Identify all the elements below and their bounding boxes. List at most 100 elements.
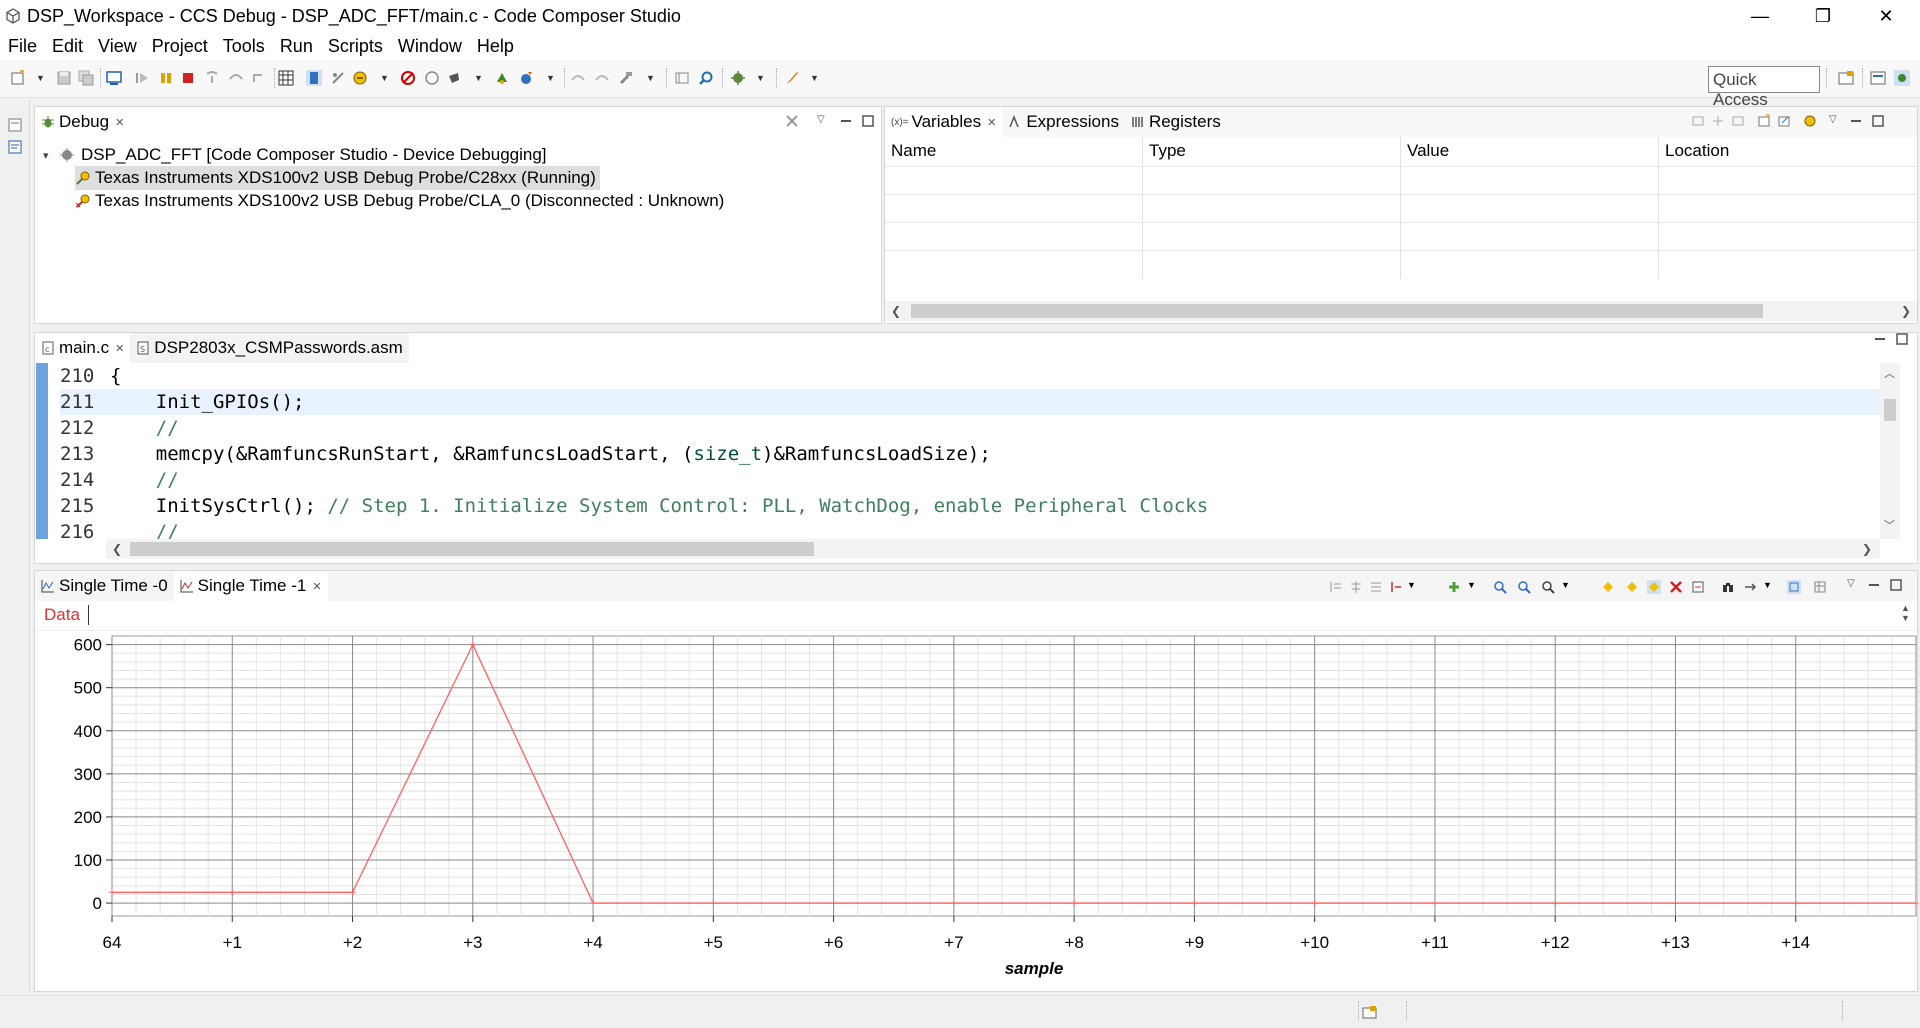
step-return-icon[interactable] [250, 70, 266, 86]
maximize-view-icon[interactable] [861, 114, 875, 128]
status-progress-icon[interactable] [1362, 1004, 1378, 1020]
code-line[interactable]: 215 InitSysCtrl(); // Step 1. Initialize… [60, 493, 1900, 519]
assembly-step-over-icon[interactable] [594, 70, 610, 86]
menu-window[interactable]: Window [390, 36, 469, 57]
scroll-thumb[interactable] [911, 304, 1763, 318]
debug-config-icon[interactable] [730, 70, 746, 86]
display-properties-icon[interactable] [1787, 580, 1801, 594]
refresh-icon[interactable] [1803, 114, 1817, 128]
column-type[interactable]: Type [1143, 137, 1401, 166]
step-over-icon[interactable] [228, 70, 244, 86]
tab-variables[interactable]: (x)= Variables ✕ [885, 107, 1003, 137]
run-dropdown-icon[interactable]: ▼ [546, 70, 555, 86]
remove-breakpoints-icon[interactable] [424, 70, 440, 86]
tree-target-c28xx[interactable]: Texas Instruments XDS100v2 USB Debug Pro… [75, 166, 600, 190]
launch-icon[interactable] [784, 70, 800, 86]
assembly-step-into-icon[interactable] [570, 70, 586, 86]
menu-project[interactable]: Project [144, 36, 215, 57]
remove-graph-icon[interactable] [1669, 580, 1683, 594]
tab-expressions[interactable]: Expressions [1002, 107, 1125, 137]
column-location[interactable]: Location [1659, 137, 1917, 166]
export-icon[interactable] [1777, 114, 1791, 128]
new-expression-icon[interactable] [1757, 114, 1771, 128]
code-line[interactable]: 210{ [60, 363, 1900, 389]
graph-properties-icon[interactable] [1743, 580, 1757, 594]
debug-view-icon[interactable] [106, 70, 122, 86]
open-perspective-icon[interactable] [674, 70, 690, 86]
tab-debug[interactable]: Debug ✕ [35, 107, 131, 137]
connect-target-icon[interactable] [306, 70, 322, 86]
remove-terminated-icon[interactable] [785, 114, 799, 128]
menu-edit[interactable]: Edit [44, 36, 90, 57]
memory-browser-icon[interactable] [278, 70, 294, 86]
open-perspective-button-icon[interactable] [1838, 70, 1854, 86]
tab-single-time-0[interactable]: Single Time -0 [35, 571, 174, 601]
collapse-all-icon[interactable] [1691, 114, 1705, 128]
tab-main-c[interactable]: c main.c ✕ [35, 333, 131, 363]
remove-all-icon[interactable] [1731, 114, 1745, 128]
suspend-icon[interactable] [158, 70, 174, 86]
ccs-edit-perspective-icon[interactable] [1870, 70, 1886, 86]
close-button[interactable]: ✕ [1856, 0, 1916, 32]
menu-scripts[interactable]: Scripts [320, 36, 390, 57]
zoom-out-icon[interactable] [1517, 580, 1531, 594]
breakpoint-icon[interactable] [400, 70, 416, 86]
scroll-thumb[interactable] [130, 542, 814, 556]
save-icon[interactable] [56, 70, 72, 86]
disconnect-icon[interactable] [330, 70, 346, 86]
minimize-view-icon[interactable] [1873, 332, 1887, 346]
code-line[interactable]: 212 // [60, 415, 1900, 441]
code-line[interactable]: 213 memcpy(&RamfuncsRunStart, &RamfuncsL… [60, 441, 1900, 467]
maximize-view-icon[interactable] [1889, 578, 1903, 592]
code-line[interactable]: 216 // [60, 519, 1900, 539]
view-menu-icon[interactable]: ▽ [1829, 114, 1843, 128]
data-table-icon[interactable] [1813, 580, 1827, 594]
code-editor[interactable]: 210{ 211 Init_GPIOs(); 212 // 213 memcpy… [36, 363, 1900, 539]
continuous-refresh-icon[interactable] [1625, 580, 1639, 594]
save-all-icon[interactable] [78, 70, 94, 86]
minimize-view-icon[interactable] [1849, 114, 1863, 128]
close-tab-icon[interactable]: ✕ [115, 342, 124, 355]
launch-dropdown-icon[interactable]: ▼ [810, 70, 819, 86]
maximize-view-icon[interactable] [1871, 114, 1885, 128]
run-icon[interactable] [518, 70, 534, 86]
search-icon[interactable] [698, 70, 714, 86]
graph-align-icon[interactable] [1349, 580, 1363, 594]
code-line-current[interactable]: 211 Init_GPIOs(); [60, 389, 1900, 415]
scroll-right-icon[interactable]: ❯ [1862, 539, 1872, 559]
column-value[interactable]: Value [1401, 137, 1659, 166]
tree-session-row[interactable]: ▾ DSP_ADC_FFT [Code Composer Studio - De… [43, 143, 547, 167]
quick-access-input[interactable]: Quick Access [1708, 66, 1820, 109]
graph-cursor-icon[interactable] [1389, 580, 1403, 594]
zoom-dropdown-icon[interactable]: ▼ [1561, 580, 1575, 594]
console-view-icon[interactable] [8, 140, 22, 154]
tab-registers[interactable]: Registers [1125, 107, 1227, 137]
zoom-in-icon[interactable] [1493, 580, 1507, 594]
menu-file[interactable]: File [0, 36, 44, 57]
close-tab-icon[interactable]: ✕ [115, 116, 124, 129]
graph-reset-icon[interactable] [1329, 580, 1343, 594]
close-tab-icon[interactable]: ✕ [312, 580, 321, 593]
menu-tools[interactable]: Tools [215, 36, 272, 57]
legend-scroll-icon[interactable]: ▲ ▼ [1901, 603, 1910, 623]
auto-refresh-icon[interactable] [1647, 580, 1661, 594]
plot-area[interactable] [111, 635, 1917, 917]
reset-cpu-icon[interactable] [494, 70, 510, 86]
ccs-debug-perspective-icon[interactable] [1894, 70, 1910, 86]
editor-vscrollbar[interactable]: ︿ ﹀ [1880, 363, 1900, 539]
scroll-right-icon[interactable]: ❯ [1901, 301, 1911, 321]
tree-target-cla[interactable]: Texas Instruments XDS100v2 USB Debug Pro… [75, 189, 724, 213]
zoom-fit-icon[interactable] [1541, 580, 1555, 594]
cursor-dropdown-icon[interactable]: ▼ [1407, 580, 1421, 594]
legend-data-label[interactable]: Data [44, 605, 80, 625]
add-dropdown-icon[interactable]: ▼ [1467, 580, 1481, 594]
load-dropdown-icon[interactable]: ▼ [380, 70, 389, 86]
scroll-left-icon[interactable]: ❮ [891, 301, 901, 321]
minimize-view-icon[interactable] [1867, 578, 1881, 592]
export-graph-icon[interactable] [1691, 580, 1705, 594]
minimize-view-icon[interactable] [839, 114, 853, 128]
properties-dropdown-icon[interactable]: ▼ [1763, 580, 1777, 594]
tab-single-time-1[interactable]: Single Time -1 ✕ [173, 571, 328, 601]
tab-csm-passwords[interactable]: S DSP2803x_CSMPasswords.asm [130, 333, 409, 363]
debug-dropdown-icon[interactable]: ▼ [756, 70, 765, 86]
